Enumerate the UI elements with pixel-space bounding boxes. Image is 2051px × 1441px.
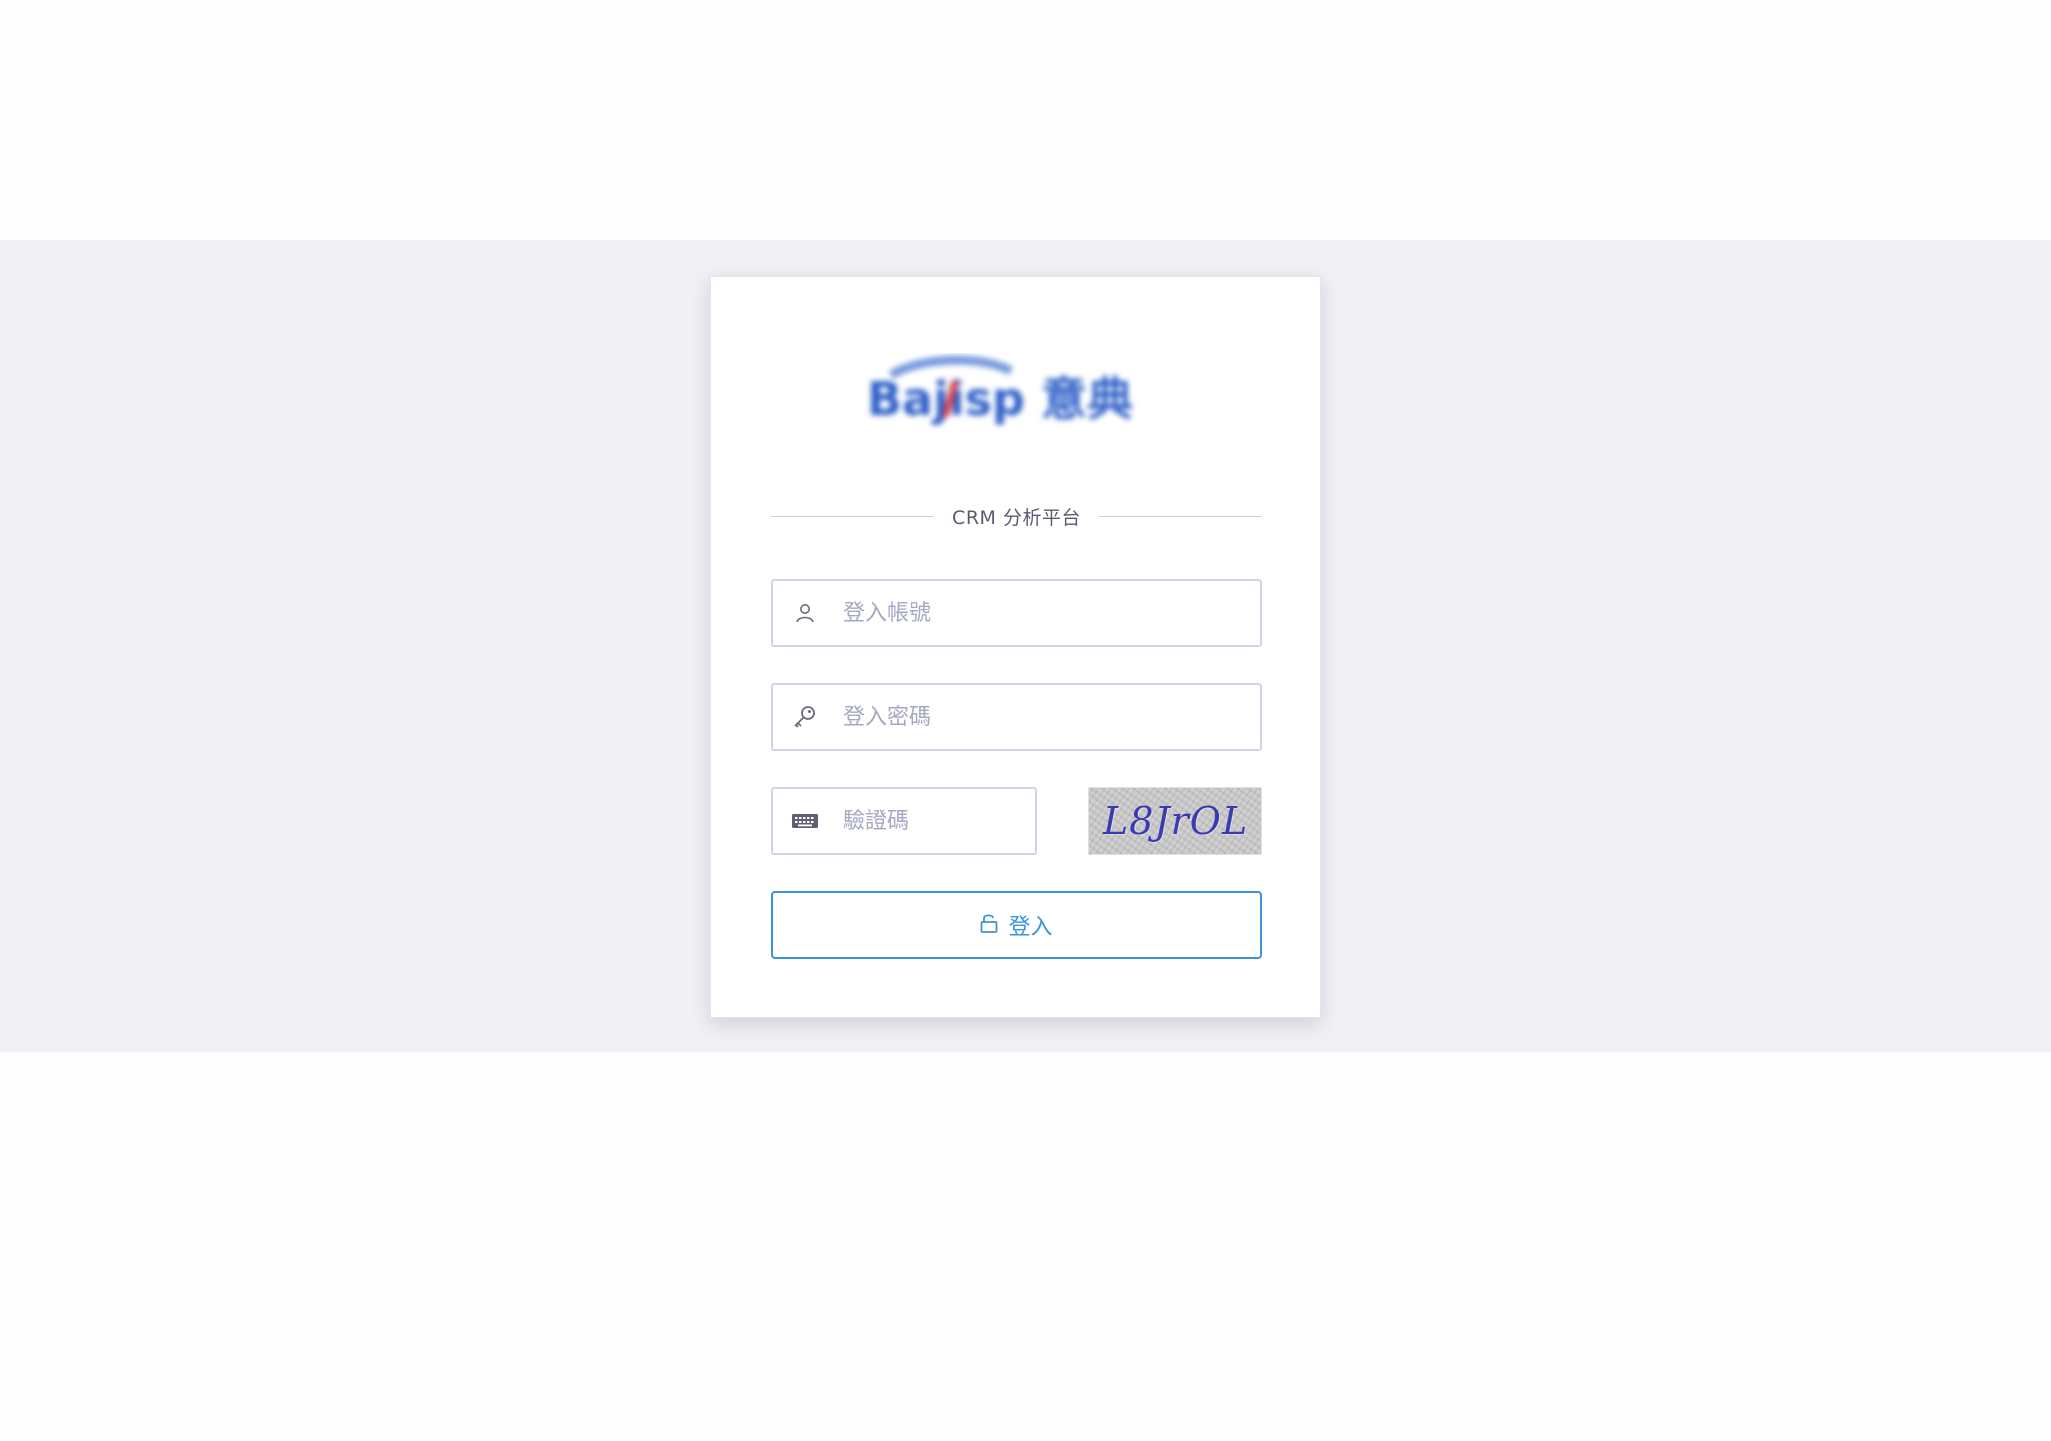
password-input[interactable] bbox=[837, 704, 1260, 730]
captcha-text: L8JrOL bbox=[1103, 799, 1249, 843]
captcha-field[interactable] bbox=[771, 787, 1037, 855]
login-card: Bajisp 意典 CRM 分析平台 登入帳號 驗證碼 L8JrOL 登入 bbox=[710, 276, 1321, 1018]
account-input[interactable] bbox=[837, 600, 1260, 626]
account-field[interactable] bbox=[771, 579, 1262, 647]
captcha-input[interactable] bbox=[837, 808, 1035, 834]
captcha-image[interactable]: L8JrOL bbox=[1088, 787, 1262, 855]
company-logo: Bajisp 意典 bbox=[867, 355, 1133, 426]
keyboard-icon bbox=[773, 813, 837, 829]
divider-line-right bbox=[1098, 515, 1262, 517]
svg-text:Bajisp 意典: Bajisp 意典 bbox=[867, 372, 1133, 426]
login-button-label: 登入 bbox=[1008, 915, 1053, 940]
password-field[interactable] bbox=[771, 683, 1262, 751]
section-title: CRM 分析平台 bbox=[952, 506, 1081, 529]
section-divider: CRM 分析平台 bbox=[771, 505, 1262, 529]
unlock-icon bbox=[980, 912, 998, 938]
divider-line-left bbox=[771, 515, 935, 517]
user-icon bbox=[773, 602, 837, 624]
key-icon bbox=[773, 704, 837, 730]
login-button[interactable]: 登入 bbox=[771, 891, 1262, 959]
